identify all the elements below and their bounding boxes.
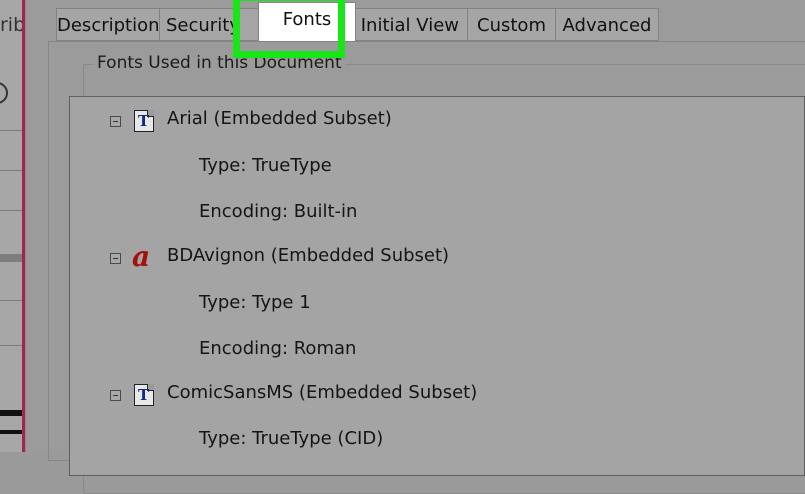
background-window: rib xyxy=(0,0,22,452)
divider xyxy=(0,170,22,171)
divider xyxy=(0,210,22,211)
font-name[interactable]: BDAvignon (Embedded Subset) xyxy=(167,245,449,266)
tab-description[interactable]: Description xyxy=(56,8,160,41)
truetype-font-icon: T xyxy=(134,384,154,406)
divider xyxy=(0,130,22,131)
font-name[interactable]: ComicSansMS (Embedded Subset) xyxy=(167,382,477,403)
collapse-icon[interactable] xyxy=(110,253,121,264)
font-name[interactable]: Arial (Embedded Subset) xyxy=(167,108,392,129)
truetype-font-icon: T xyxy=(134,110,154,132)
collapse-icon[interactable] xyxy=(110,390,121,401)
scrollbar-track xyxy=(0,254,22,262)
divider xyxy=(0,410,22,416)
tab-advanced[interactable]: Advanced xyxy=(555,8,659,41)
divider xyxy=(0,345,22,346)
type1-font-icon: a xyxy=(132,240,151,273)
background-window-title: rib xyxy=(0,14,22,36)
radio-icon xyxy=(0,82,8,104)
tab-initial-view[interactable]: Initial View xyxy=(355,8,468,41)
collapse-icon[interactable] xyxy=(110,116,121,127)
fonts-tab-highlight xyxy=(233,0,345,58)
tab-custom[interactable]: Custom xyxy=(467,8,556,41)
font-encoding: Encoding: Built-in xyxy=(199,201,358,222)
fonts-tree[interactable]: T Arial (Embedded Subset) Type: TrueType… xyxy=(69,96,805,476)
font-type: Type: TrueType xyxy=(199,155,332,176)
font-type: Type: Type 1 xyxy=(199,292,311,313)
divider xyxy=(0,300,22,301)
font-type: Type: TrueType (CID) xyxy=(199,428,384,449)
font-encoding: Encoding: Roman xyxy=(199,338,357,359)
divider xyxy=(0,430,22,434)
